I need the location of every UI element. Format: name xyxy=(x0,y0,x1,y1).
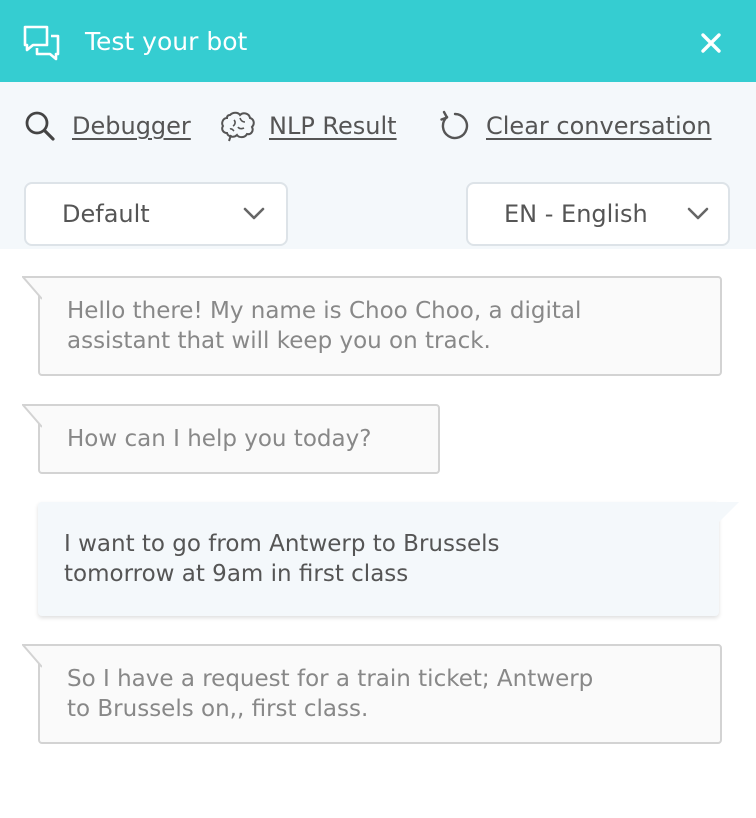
bot-message-text: Hello there! My name is Choo Choo, a dig… xyxy=(67,298,582,354)
chevron-down-icon xyxy=(687,207,709,220)
nlp-result-label: NLP Result xyxy=(269,112,397,140)
search-icon xyxy=(25,111,55,141)
nlp-result-button[interactable]: NLP Result xyxy=(220,106,414,146)
refresh-icon xyxy=(440,110,469,140)
header-title: Test your bot xyxy=(85,27,248,56)
language-select-value: EN - English xyxy=(504,200,648,228)
debugger-button[interactable]: Debugger xyxy=(24,106,196,146)
bubble-tail xyxy=(22,644,42,668)
user-message: I want to go from Antwerp to Brussels to… xyxy=(38,502,739,616)
language-select[interactable]: EN - English xyxy=(466,182,730,246)
bubble-tail xyxy=(22,404,42,428)
chat-header: Test your bot xyxy=(0,0,756,82)
close-icon[interactable] xyxy=(700,32,722,54)
bot-message: How can I help you today? xyxy=(22,404,440,474)
bubble-tail xyxy=(22,276,42,300)
flow-select-value: Default xyxy=(62,200,150,228)
toolbar: Debugger NLP Result Clear conversation D… xyxy=(0,82,756,249)
debugger-label: Debugger xyxy=(72,112,191,140)
clear-conversation-label: Clear conversation xyxy=(486,112,712,140)
chat-bubbles-icon xyxy=(23,25,60,61)
bot-message: Hello there! My name is Choo Choo, a dig… xyxy=(22,276,722,376)
clear-conversation-button[interactable]: Clear conversation xyxy=(438,106,730,146)
chevron-down-icon xyxy=(243,207,265,220)
flow-select[interactable]: Default xyxy=(24,182,288,246)
bot-message-text: How can I help you today? xyxy=(67,426,372,452)
bot-message: So I have a request for a train ticket; … xyxy=(22,644,722,744)
bot-message-text: So I have a request for a train ticket; … xyxy=(67,666,594,722)
brain-icon xyxy=(221,111,255,142)
bubble-tail xyxy=(717,502,739,524)
user-message-text: I want to go from Antwerp to Brussels to… xyxy=(64,531,500,587)
